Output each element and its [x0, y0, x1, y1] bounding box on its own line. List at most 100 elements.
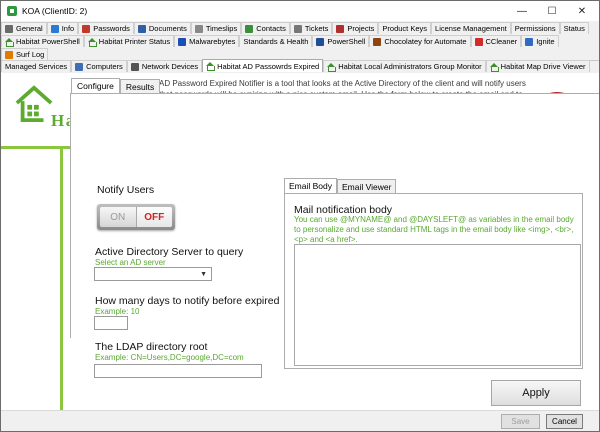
habitat-icon [5, 37, 14, 47]
ccleaner-icon [474, 37, 483, 46]
tab-label: Network Devices [141, 62, 199, 71]
days-hint: Example: 10 [95, 307, 140, 316]
tab-label: Surf Log [16, 50, 45, 59]
tab-email-viewer[interactable]: Email Viewer [337, 179, 397, 193]
days-label: How many days to notify before expired [95, 295, 280, 307]
cancel-button[interactable]: Cancel [546, 414, 583, 429]
days-input[interactable] [94, 316, 128, 330]
chocolatey-icon [373, 37, 382, 46]
title-bar: KOA (ClientID: 2) — ☐ ✕ [1, 1, 599, 21]
tab-tickets[interactable]: Tickets [289, 22, 333, 34]
habitat-logo-house-icon [15, 85, 53, 122]
toggle-off-label: OFF [136, 207, 172, 227]
habitat-icon [489, 62, 499, 72]
tab-results[interactable]: Results [119, 79, 161, 93]
tab-label: Tickets [304, 24, 329, 33]
mail-body-hint: You can use @MYNAME@ and @DAYSLEFT@ as v… [294, 215, 574, 244]
document-icon [137, 24, 146, 33]
apply-button[interactable]: Apply [491, 380, 581, 406]
tab-passwords[interactable]: Passwords [78, 22, 134, 34]
toggle-on-label: ON [100, 207, 137, 227]
tab-label: Malwarebytes [189, 37, 236, 46]
tab-managed-services[interactable]: Managed Services [1, 60, 72, 72]
ldap-label: The LDAP directory root [95, 341, 208, 353]
ldap-hint: Example: CN=Users,DC=google,DC=com [95, 353, 244, 362]
tab-label: Computers [86, 62, 123, 71]
tab-license-management[interactable]: License Management [431, 22, 511, 34]
tab-label: Habitat Printer Status [98, 37, 171, 46]
maximize-button[interactable]: ☐ [537, 1, 567, 21]
tab-label: Habitat AD Passowrds Expired [217, 61, 320, 71]
flame-icon [5, 50, 13, 59]
tab-info[interactable]: Info [46, 22, 79, 34]
tab-powershell[interactable]: PowerShell [312, 35, 370, 47]
notify-users-toggle[interactable]: ON OFF [97, 204, 175, 230]
tab-standards-health[interactable]: Standards & Health [239, 35, 313, 47]
minimize-button[interactable]: — [507, 1, 537, 21]
projects-icon [336, 24, 345, 33]
tab-ccleaner[interactable]: CCleaner [470, 35, 522, 47]
ldap-input[interactable] [94, 364, 262, 378]
computer-icon [75, 62, 84, 71]
tab-row-3: Surf Log [1, 48, 49, 60]
tab-label: Contacts [256, 24, 286, 33]
tab-general[interactable]: General [1, 22, 47, 34]
tab-habitat-map-drive-viewer[interactable]: Habitat Map Drive Viewer [485, 60, 590, 72]
tab-label: Habitat PowerShell [16, 37, 80, 46]
tab-projects[interactable]: Projects [332, 22, 379, 34]
tab-habitat-powershell[interactable]: Habitat PowerShell [1, 35, 84, 47]
tab-surf-log[interactable]: Surf Log [1, 48, 49, 60]
ticket-icon [293, 24, 302, 33]
app-icon [7, 6, 17, 16]
habitat-icon [206, 62, 216, 71]
tab-habitat-ad-passowrds-expired[interactable]: Habitat AD Passowrds Expired [202, 59, 324, 72]
tab-label: CCleaner [485, 37, 518, 46]
tab-label: Managed Services [5, 62, 68, 71]
tab-row-4: Managed Services Computers Network Devices… [1, 59, 590, 72]
tab-contacts[interactable]: Contacts [241, 22, 290, 34]
notify-users-label: Notify Users [97, 184, 155, 196]
tab-label: Info [61, 24, 75, 33]
info-icon [50, 24, 59, 33]
tab-chocolatey-for-automate[interactable]: Chocolatey for Automate [369, 35, 471, 47]
tab-label: Documents [148, 24, 187, 33]
tab-label: Status [563, 24, 585, 33]
tab-label: General [16, 24, 43, 33]
tab-timeslips[interactable]: Timeslips [190, 22, 242, 34]
tab-product-keys[interactable]: Product Keys [378, 22, 432, 34]
tab-documents[interactable]: Documents [133, 22, 191, 34]
ad-server-select[interactable]: ▼ [94, 267, 212, 281]
tab-label: Projects [347, 24, 375, 33]
ignite-icon [525, 37, 534, 46]
habitat-icon [87, 37, 97, 47]
close-button[interactable]: ✕ [567, 1, 597, 21]
tab-ignite[interactable]: Ignite [521, 35, 559, 47]
sub-tab-bar: Configure Results [71, 78, 161, 93]
tab-configure[interactable]: Configure [71, 78, 120, 93]
tab-label: Timeslips [205, 24, 238, 33]
tab-computers[interactable]: Computers [71, 60, 127, 72]
malwarebytes-icon [178, 37, 187, 46]
tab-label: Permissions [514, 24, 556, 33]
tab-habitat-printer-status[interactable]: Habitat Printer Status [83, 35, 175, 47]
save-button[interactable]: Save [501, 414, 540, 429]
tab-habitat-local-administrators-group-monitor[interactable]: Habitat Local Administrators Group Monit… [323, 60, 486, 72]
tab-label: Standards & Health [243, 37, 309, 46]
tab-label: Habitat Map Drive Viewer [500, 62, 586, 71]
tab-email-body[interactable]: Email Body [284, 178, 337, 193]
tab-malwarebytes[interactable]: Malwarebytes [174, 35, 240, 47]
email-tab-bar: Email Body Email Viewer [284, 178, 397, 193]
tab-permissions[interactable]: Permissions [510, 22, 560, 34]
tab-label: Product Keys [382, 24, 428, 33]
window-title: KOA (ClientID: 2) [22, 6, 88, 16]
clock-icon [194, 24, 203, 33]
tab-label: Ignite [536, 37, 555, 46]
tab-network-devices[interactable]: Network Devices [126, 60, 203, 72]
tab-label: Habitat Local Administrators Group Monit… [338, 62, 482, 71]
ad-server-hint: Select an AD server [95, 258, 166, 267]
tab-row-2: Habitat PowerShell Habitat Printer Status… [1, 35, 559, 47]
mail-body-textarea[interactable] [294, 244, 581, 366]
tab-row-1: General Info Passwords Documents Timeslips Co… [1, 22, 589, 34]
tab-status[interactable]: Status [559, 22, 589, 34]
tab-label: Passwords [93, 24, 130, 33]
